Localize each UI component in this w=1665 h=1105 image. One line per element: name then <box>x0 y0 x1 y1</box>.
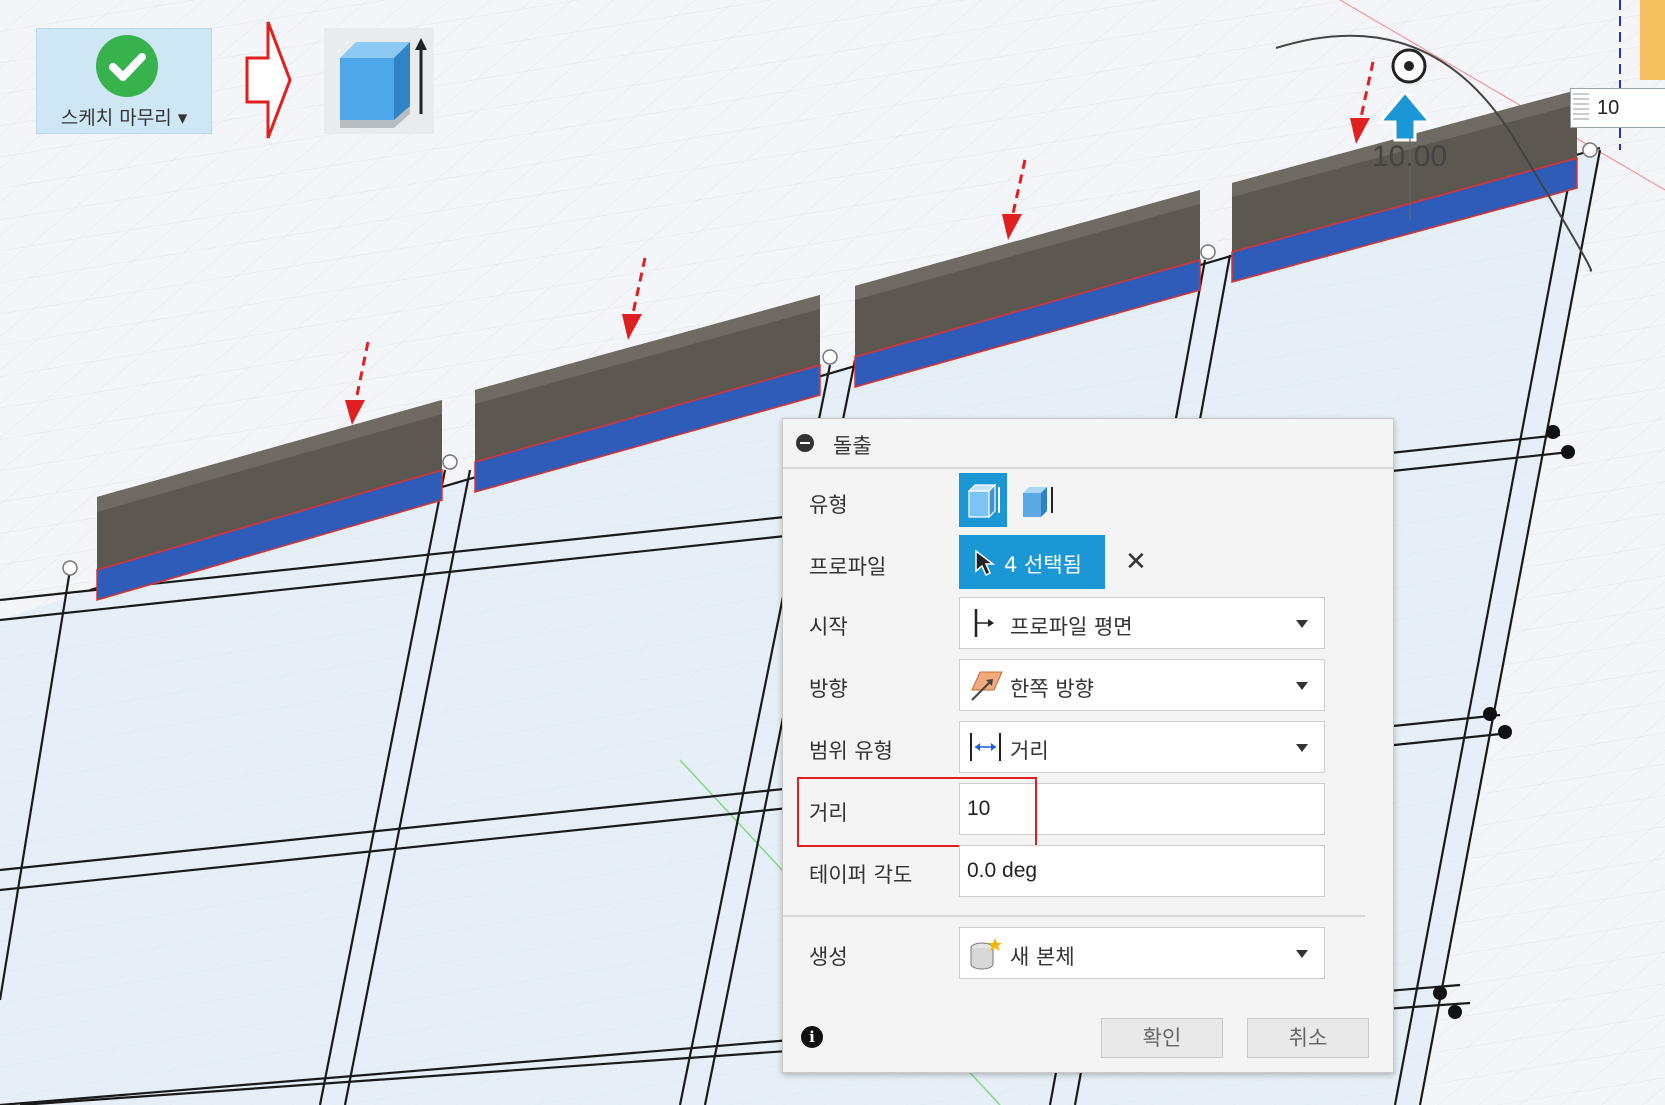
start-value: 프로파일 평면 <box>1010 615 1133 639</box>
cancel-button[interactable]: 취소 <box>1247 1018 1369 1058</box>
profile-row: 프로파일 4 선택됨 ✕ <box>783 535 1393 595</box>
dialog-header: 돌출 <box>783 419 1393 469</box>
extrude-tool-button[interactable] <box>324 28 434 134</box>
extent-type-label: 범위 유형 <box>809 739 893 763</box>
type-row: 유형 <box>783 473 1393 533</box>
dialog-footer: i 확인 취소 <box>783 1000 1393 1072</box>
taper-row: 테이퍼 각도 0.0 deg <box>783 843 1393 903</box>
viewcube-corner[interactable] <box>1640 0 1665 80</box>
profile-selected-count: 4 선택됨 <box>1004 553 1082 577</box>
chevron-down-icon <box>1296 682 1308 690</box>
extent-type-value: 거리 <box>1010 739 1049 763</box>
extent-type-dropdown[interactable]: 거리 <box>959 721 1325 773</box>
dimension-input-value: 10 <box>1597 97 1620 119</box>
solid-extrude-icon <box>967 483 1000 519</box>
direction-value: 한쪽 방향 <box>1010 677 1094 701</box>
finish-sketch-label: 스케치 마무리 ▾ <box>60 107 188 129</box>
taper-angle-input[interactable]: 0.0 deg <box>959 845 1325 897</box>
dialog-title: 돌출 <box>833 434 872 458</box>
distance-icon <box>970 733 1001 761</box>
extent-type-row: 범위 유형 거리 <box>783 719 1393 779</box>
extrude-dialog: 돌출 유형 프로파일 4 선택됨 ✕ 시작 프로파일 평면 방향 한쪽 방향 범… <box>782 418 1394 1073</box>
chevron-down-icon <box>1296 620 1308 628</box>
create-row: 생성 새 본체 <box>783 925 1393 985</box>
flow-arrow-icon <box>245 21 292 139</box>
distance-highlight-box <box>797 777 1037 847</box>
ok-button[interactable]: 확인 <box>1101 1018 1223 1058</box>
direction-dropdown[interactable]: 한쪽 방향 <box>959 659 1325 711</box>
profile-label: 프로파일 <box>809 555 887 579</box>
finish-sketch-button[interactable]: 스케치 마무리 ▾ <box>36 28 212 134</box>
chevron-down-icon <box>1296 950 1308 958</box>
create-dropdown[interactable]: 새 본체 <box>959 927 1325 979</box>
create-label: 생성 <box>809 945 848 969</box>
section-divider <box>783 915 1365 917</box>
clear-selection-icon[interactable]: ✕ <box>1125 547 1147 577</box>
type-extrude-button[interactable] <box>959 473 1007 527</box>
type-thin-extrude-button[interactable] <box>1013 473 1061 527</box>
collapse-icon[interactable] <box>796 434 814 452</box>
chevron-down-icon <box>1296 744 1308 752</box>
taper-value: 0.0 deg <box>967 859 1038 882</box>
new-body-icon <box>970 938 1002 970</box>
taper-label: 테이퍼 각도 <box>809 863 913 887</box>
direction-label: 방향 <box>809 677 848 701</box>
direction-row: 방향 한쪽 방향 <box>783 657 1393 717</box>
check-icon <box>96 35 158 97</box>
start-row: 시작 프로파일 평면 <box>783 595 1393 655</box>
extrude-icon <box>340 38 427 128</box>
profile-selection-button[interactable]: 4 선택됨 <box>959 535 1105 589</box>
info-icon[interactable]: i <box>801 1026 823 1048</box>
type-label: 유형 <box>809 493 848 517</box>
cursor-arrow-icon <box>975 549 996 577</box>
rotate-handle-icon[interactable] <box>1391 48 1427 84</box>
one-side-direction-icon <box>971 671 1003 701</box>
distance-dimension-input[interactable]: 10 <box>1570 88 1665 128</box>
drag-grip-icon[interactable] <box>1573 93 1589 123</box>
thin-extrude-icon <box>1023 487 1053 517</box>
start-label: 시작 <box>809 615 848 639</box>
create-value: 새 본체 <box>1010 945 1075 969</box>
start-dropdown[interactable]: 프로파일 평면 <box>959 597 1325 649</box>
profile-plane-icon <box>974 609 994 637</box>
dimension-readout: 10.00 <box>1372 140 1448 173</box>
